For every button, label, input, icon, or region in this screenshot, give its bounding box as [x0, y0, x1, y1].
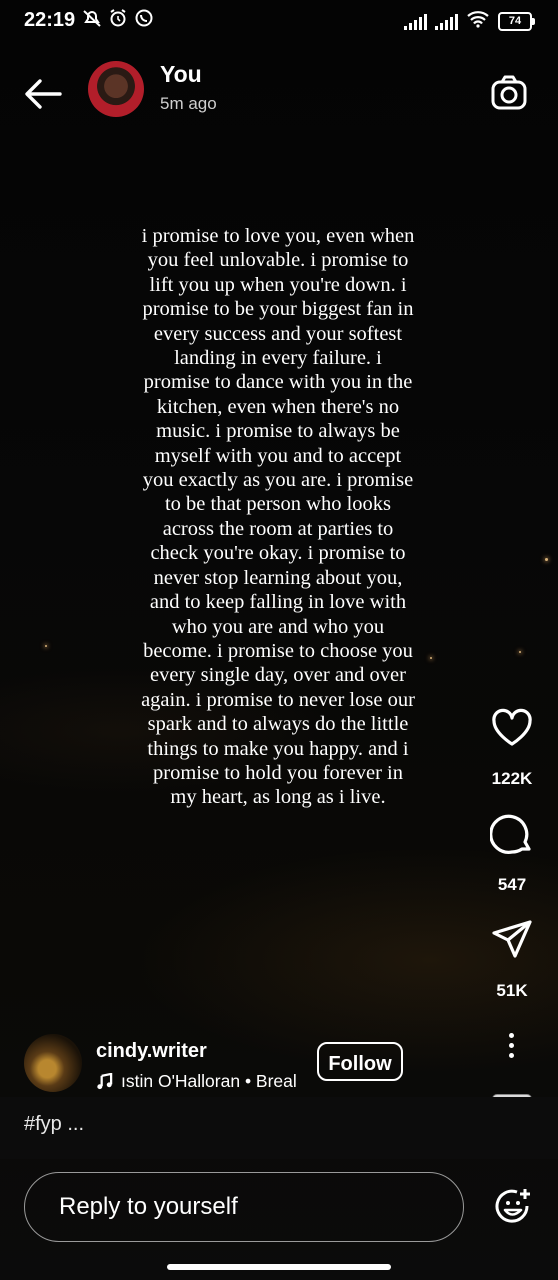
- background-light: [545, 558, 548, 561]
- background-light: [519, 651, 521, 653]
- home-indicator: [167, 1264, 391, 1270]
- heart-icon: [492, 708, 532, 746]
- wifi-icon: [466, 10, 490, 33]
- creator-username[interactable]: cindy.writer: [96, 1040, 207, 1063]
- avatar[interactable]: [88, 61, 144, 117]
- whatsapp-icon: [134, 8, 154, 28]
- post-time: 5m ago: [160, 94, 217, 113]
- paper-plane-icon: [492, 920, 532, 958]
- caption-text[interactable]: #fyp ...: [24, 1113, 84, 1136]
- music-label: ıstin O'Halloran • Breal: [121, 1071, 297, 1091]
- reply-input[interactable]: Reply to yourself: [24, 1172, 464, 1242]
- comment-icon: [489, 814, 531, 854]
- post-text: i promise to love you, even when you fee…: [141, 225, 415, 809]
- page-title: You: [160, 61, 202, 87]
- battery-level: 74: [508, 15, 522, 27]
- follow-button[interactable]: Follow: [317, 1042, 403, 1081]
- comment-count: 547: [497, 875, 527, 894]
- alarm-icon: [108, 8, 128, 28]
- camera-button[interactable]: [490, 74, 528, 112]
- music-info[interactable]: ıstin O'Halloran • Breal: [96, 1071, 304, 1092]
- back-button[interactable]: [22, 74, 64, 114]
- more-options-button[interactable]: [499, 1030, 523, 1064]
- creator-avatar[interactable]: [24, 1034, 82, 1092]
- share-count: 51K: [496, 981, 528, 1000]
- background-light: [45, 645, 47, 647]
- comment-button[interactable]: 547: [477, 812, 547, 895]
- like-count: 122K: [491, 769, 533, 788]
- music-note-icon: [97, 1073, 113, 1090]
- emoji-add-icon: [495, 1189, 530, 1223]
- mute-bell-icon: [82, 8, 102, 28]
- like-button[interactable]: 122K: [477, 706, 547, 789]
- arrow-left-icon: [25, 79, 62, 109]
- signal-icon: [404, 13, 427, 30]
- status-time: 22:19: [24, 9, 76, 31]
- status-bar: 22:19 74: [0, 0, 558, 40]
- emoji-button[interactable]: [494, 1187, 534, 1227]
- background-light: [430, 657, 432, 659]
- battery-icon: 74: [498, 12, 535, 31]
- camera-icon: [491, 75, 527, 110]
- signal-icon: [435, 13, 458, 30]
- share-button[interactable]: 51K: [477, 918, 547, 1001]
